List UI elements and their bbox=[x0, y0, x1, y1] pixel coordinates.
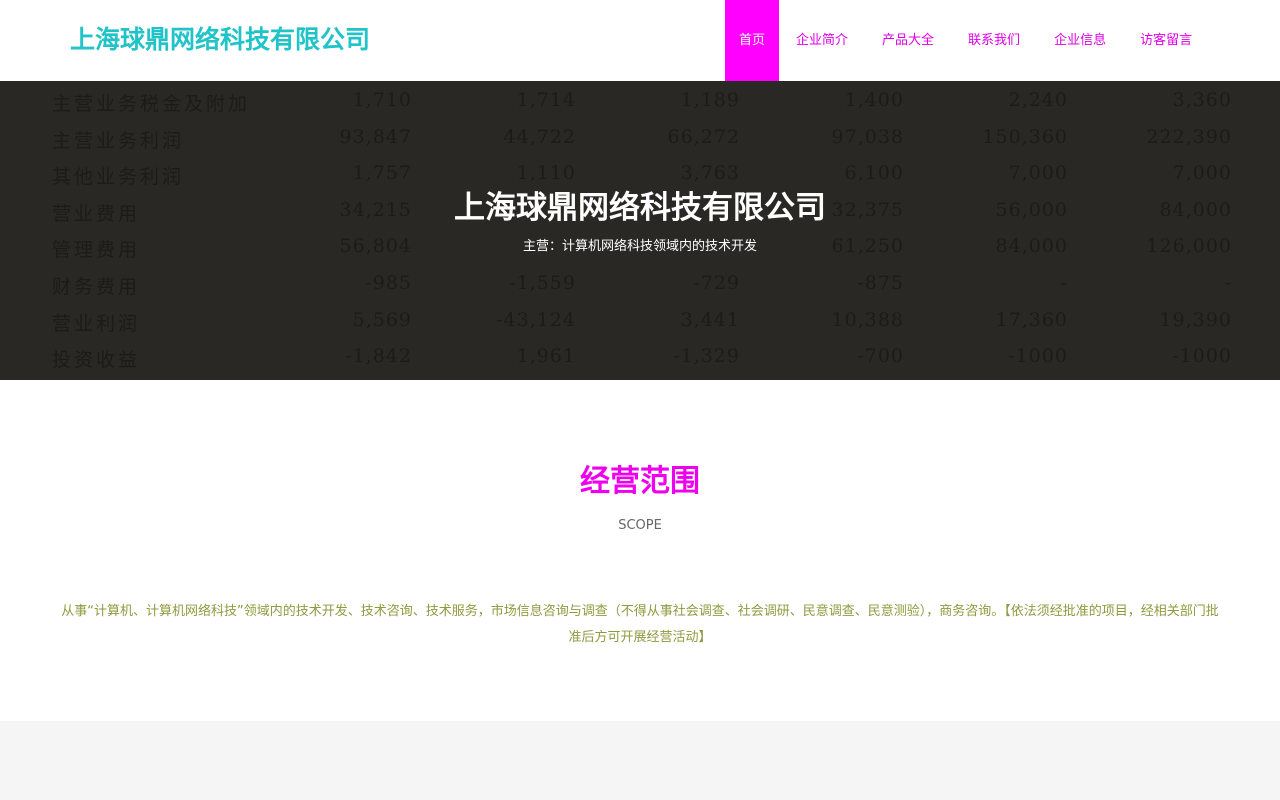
nav-item-about[interactable]: 企业简介 bbox=[779, 0, 865, 81]
banner-subtitle: 主营：计算机网络科技领域内的技术开发 bbox=[522, 239, 757, 254]
banner-title: 上海球鼎网络科技有限公司 bbox=[454, 190, 826, 226]
scope-text: 从事“计算机、计算机网络科技”领域内的技术开发、技术咨询、技术服务，市场信息咨询… bbox=[61, 604, 1219, 645]
footer-area bbox=[0, 721, 1280, 800]
scope-subtitle: SCOPE bbox=[618, 518, 662, 533]
hero-banner: 主营业务税金及附加1,7101,7141,1891,4002,2403,360主… bbox=[0, 81, 1280, 380]
banner-overlay bbox=[0, 81, 1280, 380]
main-nav: 首页 企业简介 产品大全 联系我们 企业信息 访客留言 bbox=[725, 0, 1209, 81]
nav-item-guestbook[interactable]: 访客留言 bbox=[1123, 0, 1209, 81]
nav-item-company-info[interactable]: 企业信息 bbox=[1037, 0, 1123, 81]
nav-item-home[interactable]: 首页 bbox=[725, 0, 780, 81]
nav-item-contact[interactable]: 联系我们 bbox=[951, 0, 1037, 81]
site-header: 上海球鼎网络科技有限公司 首页 企业简介 产品大全 联系我们 企业信息 访客留言 bbox=[0, 0, 1280, 81]
business-scope-section: 经营范围 SCOPE 从事“计算机、计算机网络科技”领域内的技术开发、技术咨询、… bbox=[0, 380, 1280, 721]
scope-title: 经营范围 bbox=[580, 464, 700, 499]
site-logo[interactable]: 上海球鼎网络科技有限公司 bbox=[70, 22, 370, 58]
nav-item-products[interactable]: 产品大全 bbox=[865, 0, 951, 81]
